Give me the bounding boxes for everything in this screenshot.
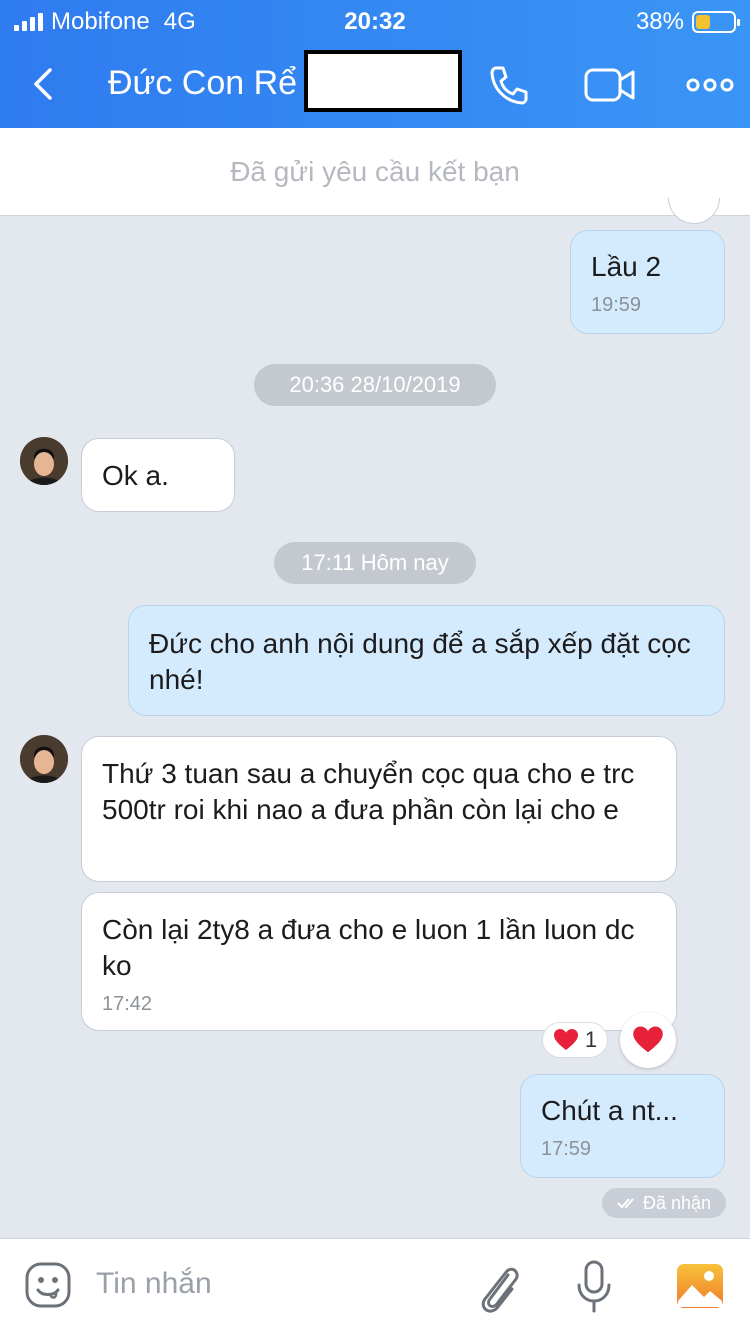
delivery-status: Đã nhận	[642, 1192, 712, 1213]
reaction-count: 1	[584, 1027, 598, 1052]
date-separator: 17:11 Hôm nay	[274, 542, 476, 584]
battery-level	[696, 15, 710, 29]
more-options-icon[interactable]	[686, 62, 734, 108]
phone-icon[interactable]	[486, 62, 532, 108]
video-call-icon[interactable]	[584, 62, 636, 108]
avatar[interactable]	[20, 735, 68, 783]
reaction-count-badge[interactable]: 1	[542, 1022, 608, 1058]
double-check-icon	[617, 1198, 634, 1209]
date-separator: 20:36 28/10/2019	[254, 364, 496, 406]
battery-icon	[692, 11, 740, 33]
back-icon[interactable]	[28, 64, 68, 104]
emoji-icon[interactable]	[24, 1261, 72, 1309]
battery-info: 38%	[635, 8, 740, 36]
message-text: Lầu 2	[591, 251, 662, 282]
message-text: Thứ 3 tuan sau a chuyển cọc qua cho e tr…	[102, 758, 635, 825]
heart-icon	[633, 1026, 663, 1053]
incoming-message[interactable]: Thứ 3 tuan sau a chuyển cọc qua cho e tr…	[81, 736, 677, 882]
partial-reaction-button	[668, 198, 720, 224]
message-text: Chút a nt...	[541, 1095, 678, 1126]
incoming-message[interactable]: Còn lại 2ty8 a đưa cho e luon 1 lần luon…	[81, 892, 677, 1031]
incoming-message[interactable]: Ok a.	[81, 438, 235, 512]
message-time: 17:42	[102, 993, 153, 1015]
contact-name[interactable]: Đức Con Rể	[108, 64, 297, 103]
status-bar: Mobifone 4G 20:32 38%	[0, 0, 750, 42]
outgoing-message[interactable]: Lầu 2 19:59	[570, 230, 725, 334]
nav-bar: Đức Con Rể	[0, 42, 750, 128]
delivery-status-badge: Đã nhận	[602, 1188, 726, 1218]
photo-icon[interactable]	[676, 1263, 724, 1309]
friend-request-banner: Đã gửi yêu cầu kết bạn	[0, 128, 750, 216]
battery-percent: 38%	[635, 8, 684, 35]
react-button[interactable]	[620, 1012, 676, 1068]
message-time: 17:59	[541, 1138, 592, 1160]
avatar[interactable]	[20, 437, 68, 485]
outgoing-message[interactable]: Đức cho anh nội dung để a sắp xếp đặt cọ…	[128, 605, 725, 716]
chat-header: Mobifone 4G 20:32 38% Đức Con Rể	[0, 0, 750, 128]
outgoing-message[interactable]: Chút a nt... 17:59	[520, 1074, 725, 1178]
message-text: Đức cho anh nội dung để a sắp xếp đặt cọ…	[149, 628, 691, 695]
message-time: 19:59	[591, 294, 642, 316]
message-composer: Tin nhắn	[0, 1238, 750, 1334]
heart-icon	[553, 1029, 578, 1050]
message-text: Ok a.	[102, 460, 169, 491]
message-input[interactable]: Tin nhắn	[96, 1267, 212, 1301]
attachment-icon[interactable]	[476, 1261, 522, 1313]
message-text: Còn lại 2ty8 a đưa cho e luon 1 lần luon…	[102, 914, 635, 981]
redaction-box	[304, 50, 462, 112]
microphone-icon[interactable]	[574, 1259, 614, 1315]
